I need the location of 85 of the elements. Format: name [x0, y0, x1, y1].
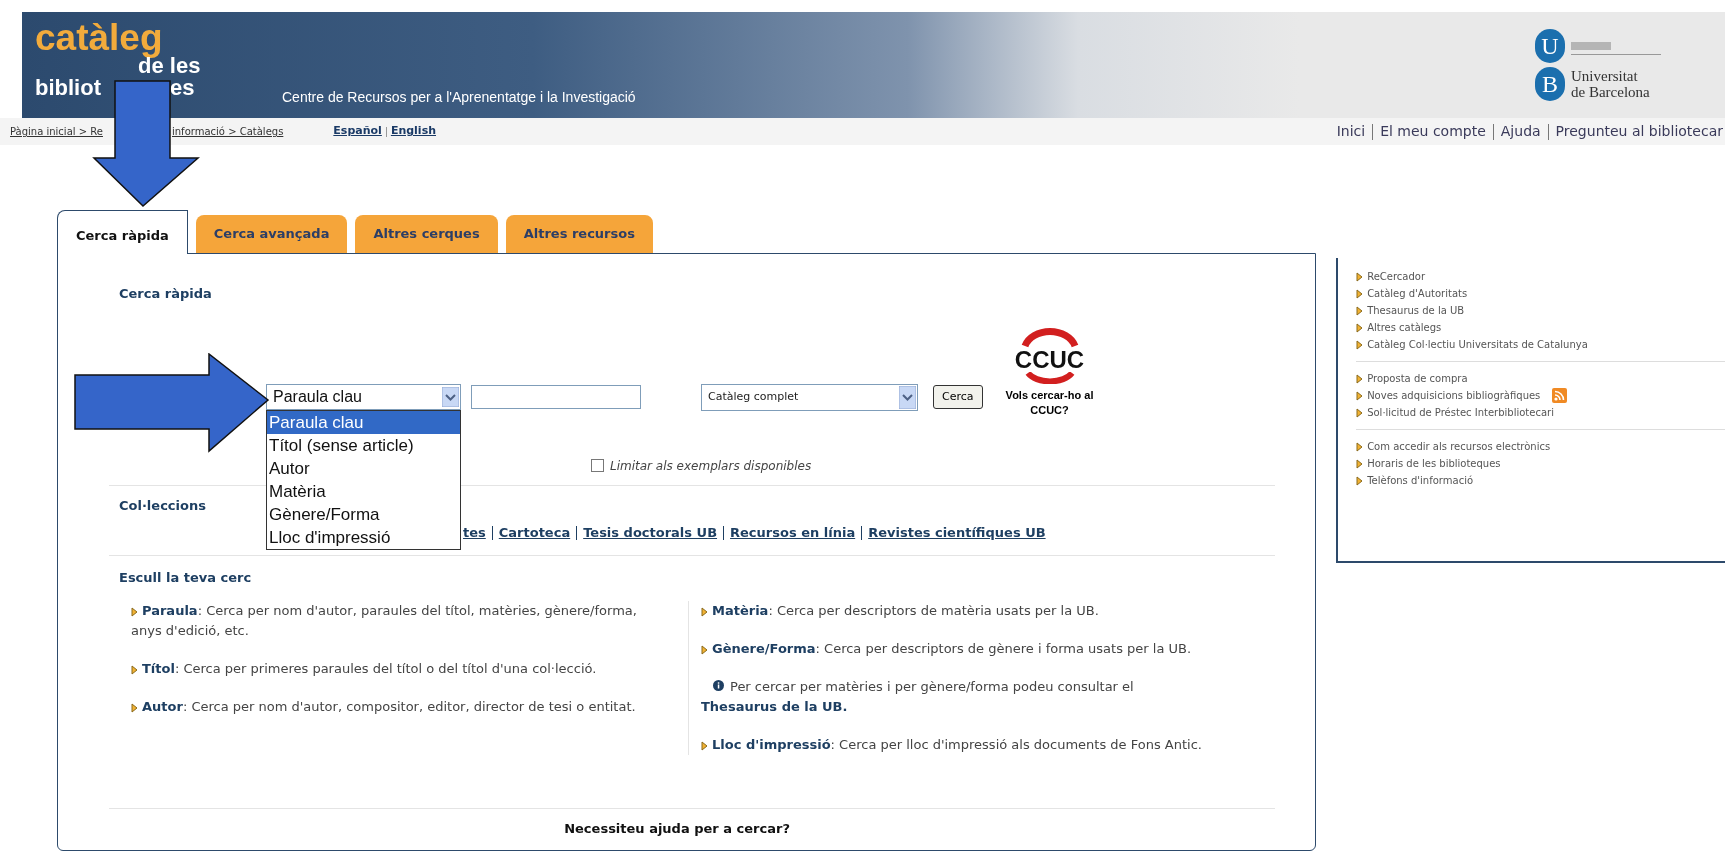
triangle-bullet-icon — [1356, 322, 1364, 333]
rss-feed-icon[interactable] — [1552, 388, 1568, 403]
logo-text: bibliot — [35, 76, 102, 100]
triangle-bullet-icon — [131, 664, 138, 675]
triangle-bullet-icon — [1356, 288, 1364, 299]
help-link[interactable]: Necessiteu ajuda per a cercar? — [564, 818, 790, 838]
dropdown-option[interactable]: Paraula clau — [267, 411, 460, 434]
section-heading: Escull la teva cerc — [119, 568, 252, 587]
top-nav-link[interactable]: Pregunteu al bibliotecar — [1555, 121, 1723, 142]
collection-link[interactable]: Revistes científiques UB — [868, 523, 1046, 543]
checkbox-label: Limitar als exemplars disponibles — [610, 457, 812, 475]
dropdown-caret-icon — [442, 387, 459, 407]
triangle-bullet-icon — [1356, 458, 1364, 469]
sidebar-link[interactable]: Noves adquisicions bibliogràfiques — [1367, 387, 1541, 404]
sidebar-link[interactable]: Sol·licitud de Préstec Interbibliotecari — [1367, 404, 1554, 421]
triangle-bullet-icon — [131, 702, 138, 713]
info-icon — [713, 680, 724, 691]
top-nav-link[interactable]: Inici — [1336, 121, 1366, 142]
search-type-description: Lloc d'impressió: Cerca per lloc d'impressió als documents de Fons Antic. — [701, 735, 1269, 755]
collection-link[interactable]: Tesis doctorals UB — [583, 523, 718, 543]
collection-link[interactable]: Recursos en línia — [730, 523, 856, 543]
breadcrumb-link[interactable]: informació > Catàlegs — [172, 124, 284, 139]
checkbox[interactable] — [591, 459, 604, 472]
tab[interactable]: Cerca avançada — [195, 215, 348, 253]
triangle-bullet-icon — [131, 606, 138, 617]
language-link[interactable]: Español — [333, 123, 382, 140]
ccuc-logo-icon — [1019, 325, 1080, 348]
sidebar-link[interactable]: Altres catàlegs — [1367, 319, 1442, 336]
sidebar-link[interactable]: Catàleg Col·lectiu Universitats de Catalunya — [1367, 336, 1588, 353]
triangle-bullet-icon — [1356, 475, 1364, 486]
section-heading: Col·leccions — [119, 496, 206, 515]
section-heading: Cerca ràpida — [119, 285, 212, 303]
search-type-description: Gènere/Forma: Cerca per descriptors de gènere i forma usats per la UB. — [701, 639, 1269, 659]
triangle-bullet-icon — [1356, 271, 1364, 282]
logo-text: es — [170, 76, 195, 100]
search-type-description: Títol: Cerca per primeres paraules del títol o del títol d'una col·lecció. — [131, 659, 648, 679]
search-type-description: Autor: Cerca per nom d'autor, compositor, editor, director de tesi o entitat. — [131, 697, 648, 717]
triangle-bullet-icon — [1356, 305, 1364, 316]
triangle-bullet-icon — [701, 740, 708, 751]
sidebar-link[interactable]: Horaris de les biblioteques — [1367, 455, 1501, 472]
dropdown-option[interactable]: Títol (sense article) — [267, 434, 460, 457]
search-input[interactable] — [471, 385, 641, 409]
dropdown-option[interactable]: Autor — [267, 457, 460, 480]
search-type-description: Matèria: Cerca per descriptors de matèria usats per la UB. — [701, 601, 1269, 621]
top-nav-link[interactable]: El meu compte — [1380, 121, 1486, 142]
triangle-bullet-icon — [1356, 373, 1364, 384]
university-logo-letter: U — [1535, 29, 1565, 63]
university-name: de Barcelona — [1571, 84, 1650, 100]
logo-title: catàleg — [35, 20, 164, 56]
sidebar-link[interactable]: Catàleg d'Autoritats — [1367, 285, 1468, 302]
dropdown-option[interactable]: Lloc d'impressió — [267, 526, 460, 549]
ccuc-caption: Vols cercar-ho al CCUC? — [1004, 387, 1095, 418]
top-nav-link[interactable]: Ajuda — [1500, 121, 1541, 142]
note-text: Per cercar per matèries i per gènere/forma podeu consultar el — [730, 678, 1134, 696]
dropdown-option[interactable]: Gènere/Forma — [267, 503, 460, 526]
triangle-bullet-icon — [701, 606, 708, 617]
search-button[interactable]: Cerca — [933, 385, 983, 409]
dropdown-option[interactable]: Matèria — [267, 480, 460, 503]
breadcrumb-link[interactable]: Pàgina inicial > Re — [10, 124, 172, 139]
sidebar-link[interactable]: Proposta de compra — [1367, 370, 1468, 387]
sidebar-link[interactable]: Thesaurus de la UB — [1367, 302, 1465, 319]
university-name: Universitat — [1571, 68, 1639, 84]
sidebar-link[interactable]: ReCercador — [1367, 268, 1426, 285]
triangle-bullet-icon — [1356, 441, 1364, 452]
collection-link[interactable]: Cartoteca — [498, 523, 571, 543]
ccuc-logo-text: CCUC — [1014, 347, 1085, 372]
tab[interactable]: Cerca ràpida — [57, 210, 188, 254]
search-type-description: Paraula: Cerca per nom d'autor, paraules del títol, matèries, gènere/forma, anys d'edició, etc. — [131, 602, 638, 640]
triangle-bullet-icon — [701, 644, 708, 655]
site-subtitle: Centre de Recursos per a l'Aprenentatge i la Investigació — [282, 88, 636, 107]
triangle-bullet-icon — [1356, 407, 1364, 418]
thesaurus-link[interactable]: Thesaurus de la UB. — [701, 697, 1269, 717]
triangle-bullet-icon — [1356, 390, 1364, 401]
dropdown-caret-icon — [899, 385, 916, 409]
sidebar-link[interactable]: Com accedir als recursos electrònics — [1367, 438, 1551, 455]
catalog-dropdown[interactable]: Catàleg complet — [701, 383, 918, 411]
university-logo-letter: B — [1535, 67, 1565, 101]
search-field-dropdown[interactable]: Paraula clau — [266, 384, 461, 410]
collection-link[interactable]: tes — [463, 523, 486, 543]
logo-text: de les — [138, 56, 202, 76]
tab[interactable]: Altres recursos — [505, 215, 653, 253]
tab[interactable]: Altres cerques — [355, 215, 498, 253]
language-link[interactable]: English — [390, 123, 436, 140]
sidebar-link[interactable]: Telèfons d'informació — [1367, 472, 1474, 489]
triangle-bullet-icon — [1356, 339, 1364, 350]
